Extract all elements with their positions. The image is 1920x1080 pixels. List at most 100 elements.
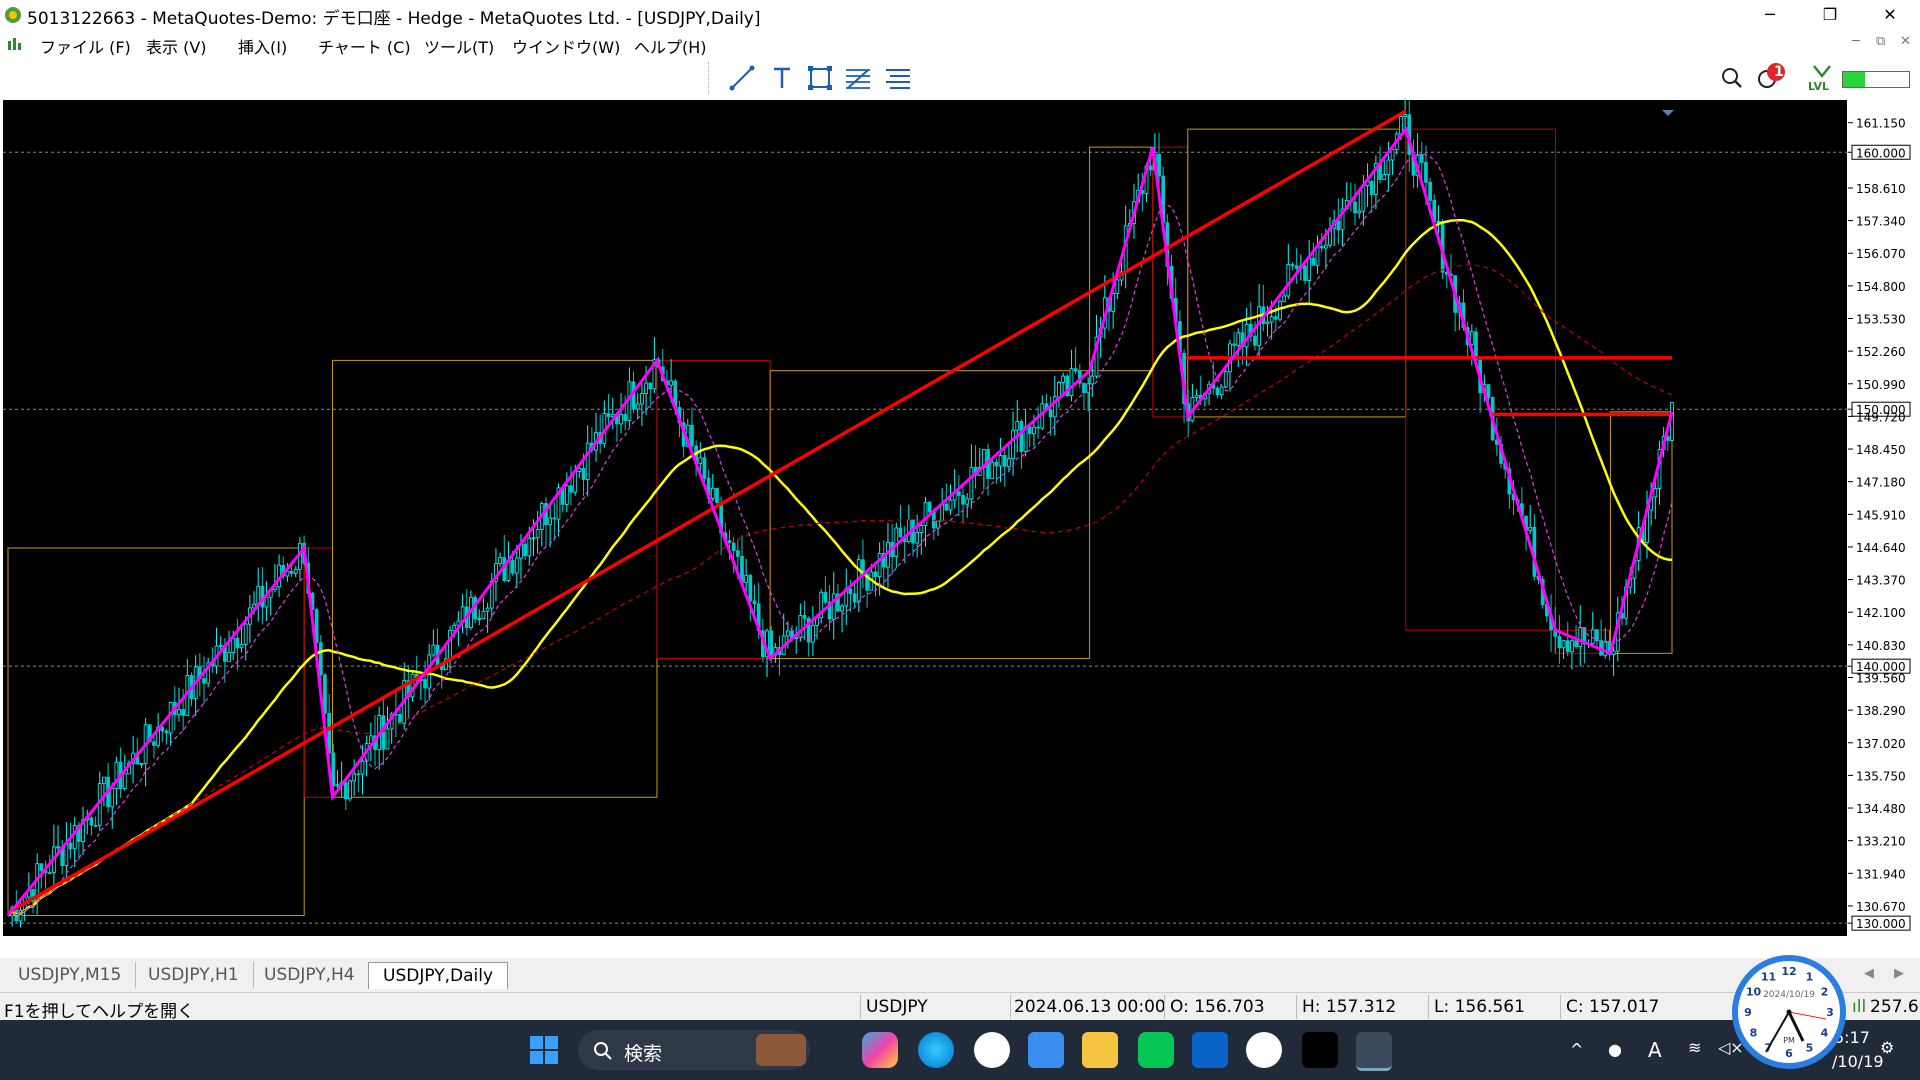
candle-body [1069, 368, 1074, 397]
candle-body [331, 752, 336, 787]
metatrader-taskbar-icon[interactable] [1356, 1032, 1392, 1071]
date-label: 11 Sep 2023 [518, 939, 594, 953]
candle-body [239, 643, 244, 649]
candle-body [510, 560, 515, 574]
candle-body [873, 571, 878, 577]
trendline-icon[interactable] [726, 62, 758, 94]
candle-body [1011, 429, 1015, 460]
candle-body [431, 644, 436, 656]
candle-body [990, 461, 995, 479]
candle-body [360, 760, 365, 775]
candle-body [535, 529, 540, 539]
candle-body [1653, 488, 1658, 498]
status-divider [1164, 995, 1165, 1019]
status-divider [1010, 995, 1011, 1019]
candle-body [811, 624, 815, 643]
clock-numeral: 1 [1806, 970, 1814, 983]
candle-body [1294, 265, 1299, 269]
shapes-icon[interactable] [804, 62, 836, 94]
chart-menu-icon[interactable] [6, 35, 24, 53]
wifi-icon[interactable]: ≋ [1688, 1038, 1701, 1057]
candle-body [243, 623, 248, 645]
price-chart[interactable]: 161.150 160.000 158.610 157.340 156.070 154.8… [0, 98, 1920, 958]
price-label: 131.940 [1856, 867, 1906, 881]
line-icon[interactable] [1138, 1032, 1174, 1068]
status-datetime: 2024.06.13 00:00 [1014, 997, 1166, 1017]
tab-usdjpy-daily[interactable]: USDJPY,Daily [368, 962, 509, 989]
chart-window[interactable]: 161.150 160.000 158.610 157.340 156.070 154.8… [0, 98, 1920, 958]
channels-icon[interactable] [882, 62, 914, 94]
edge-icon[interactable] [918, 1032, 954, 1068]
tab-scroll-right-icon[interactable]: ▶ [1894, 966, 1904, 981]
toolbar-separator [708, 62, 711, 94]
candle-body [1353, 201, 1357, 214]
candle-body [690, 424, 694, 447]
candle-body [1019, 421, 1024, 452]
candle-body [102, 776, 106, 784]
minimize-button[interactable]: ─ [1740, 0, 1800, 30]
notification-count: 1 [1774, 64, 1784, 80]
tab-usdjpy-m15[interactable]: USDJPY,M15 [4, 962, 137, 988]
tab-usdjpy-h4[interactable]: USDJPY,H4 [250, 962, 370, 988]
candle-body [448, 630, 452, 660]
candle-body [619, 414, 623, 425]
menu-insert[interactable]: 挿入(I) [238, 34, 287, 58]
candle-body [423, 679, 427, 689]
maximize-button[interactable]: ❐ [1800, 0, 1860, 30]
candle-body [581, 467, 586, 480]
tab-scroll-left-icon[interactable]: ◀ [1864, 966, 1874, 981]
tray-app-icon[interactable]: ● [1608, 1040, 1622, 1059]
menu-window[interactable]: ウインドウ(W) [512, 34, 620, 58]
candle-body [1361, 185, 1366, 212]
text-icon[interactable] [766, 62, 798, 94]
app-icon[interactable] [1246, 1032, 1282, 1068]
candle-body [577, 467, 582, 472]
menu-help[interactable]: ヘルプ(H) [634, 34, 707, 58]
taskbar-search[interactable]: 検索 [578, 1030, 810, 1070]
candle-body [1557, 635, 1562, 649]
analog-clock-widget[interactable]: 123456789101112 2024/10/19 PM [1730, 953, 1848, 1071]
candle-body [218, 644, 223, 647]
candle-body [227, 652, 231, 662]
menu-file[interactable]: ファイル (F) [40, 34, 131, 58]
clock-app-icon[interactable] [974, 1032, 1010, 1068]
price-label: 161.150 [1856, 117, 1906, 131]
close-button[interactable]: ✕ [1860, 0, 1920, 30]
ime-icon[interactable]: A [1648, 1038, 1662, 1062]
candle-body [957, 491, 961, 496]
mdi-minimize-button[interactable]: ─ [1852, 34, 1860, 49]
file-explorer-icon[interactable] [1082, 1032, 1118, 1068]
toolbar: 1 LVL [0, 58, 1920, 99]
candle-body [944, 503, 949, 511]
store-icon[interactable] [1028, 1032, 1064, 1068]
tray-overflow-icon[interactable]: ^ [1570, 1040, 1583, 1059]
candle-body [318, 642, 323, 676]
menu-view[interactable]: 表示 (V) [146, 34, 207, 58]
status-divider [860, 995, 861, 1019]
copilot-icon[interactable] [862, 1032, 898, 1068]
candle-body [56, 846, 60, 849]
notification-center-icon[interactable]: ⚙ [1880, 1038, 1894, 1057]
candle-body [994, 461, 999, 467]
candle-body [1382, 174, 1387, 180]
mdi-restore-button[interactable]: ⧉ [1876, 34, 1885, 49]
status-divider [1560, 995, 1561, 1019]
menu-tools[interactable]: ツール(T) [424, 34, 494, 58]
candle-body [1336, 220, 1341, 231]
candle-body [1419, 154, 1424, 163]
candle-body [356, 773, 361, 776]
fibonacci-icon[interactable] [842, 62, 874, 94]
xm-icon[interactable] [1302, 1032, 1338, 1068]
mdi-close-button[interactable]: ✕ [1900, 34, 1911, 49]
menu-chart[interactable]: チャート (C) [318, 34, 411, 58]
windows-start-icon[interactable] [526, 1032, 562, 1068]
candle-body [731, 542, 736, 552]
outlook-icon[interactable] [1192, 1032, 1228, 1068]
search-icon[interactable] [1716, 62, 1748, 94]
price-label: 135.750 [1856, 769, 1906, 783]
candle-body [1273, 316, 1278, 320]
tab-usdjpy-h1[interactable]: USDJPY,H1 [134, 962, 254, 988]
candle-body [1323, 244, 1328, 249]
candle-body [1194, 394, 1199, 398]
candle-body [1036, 426, 1040, 429]
